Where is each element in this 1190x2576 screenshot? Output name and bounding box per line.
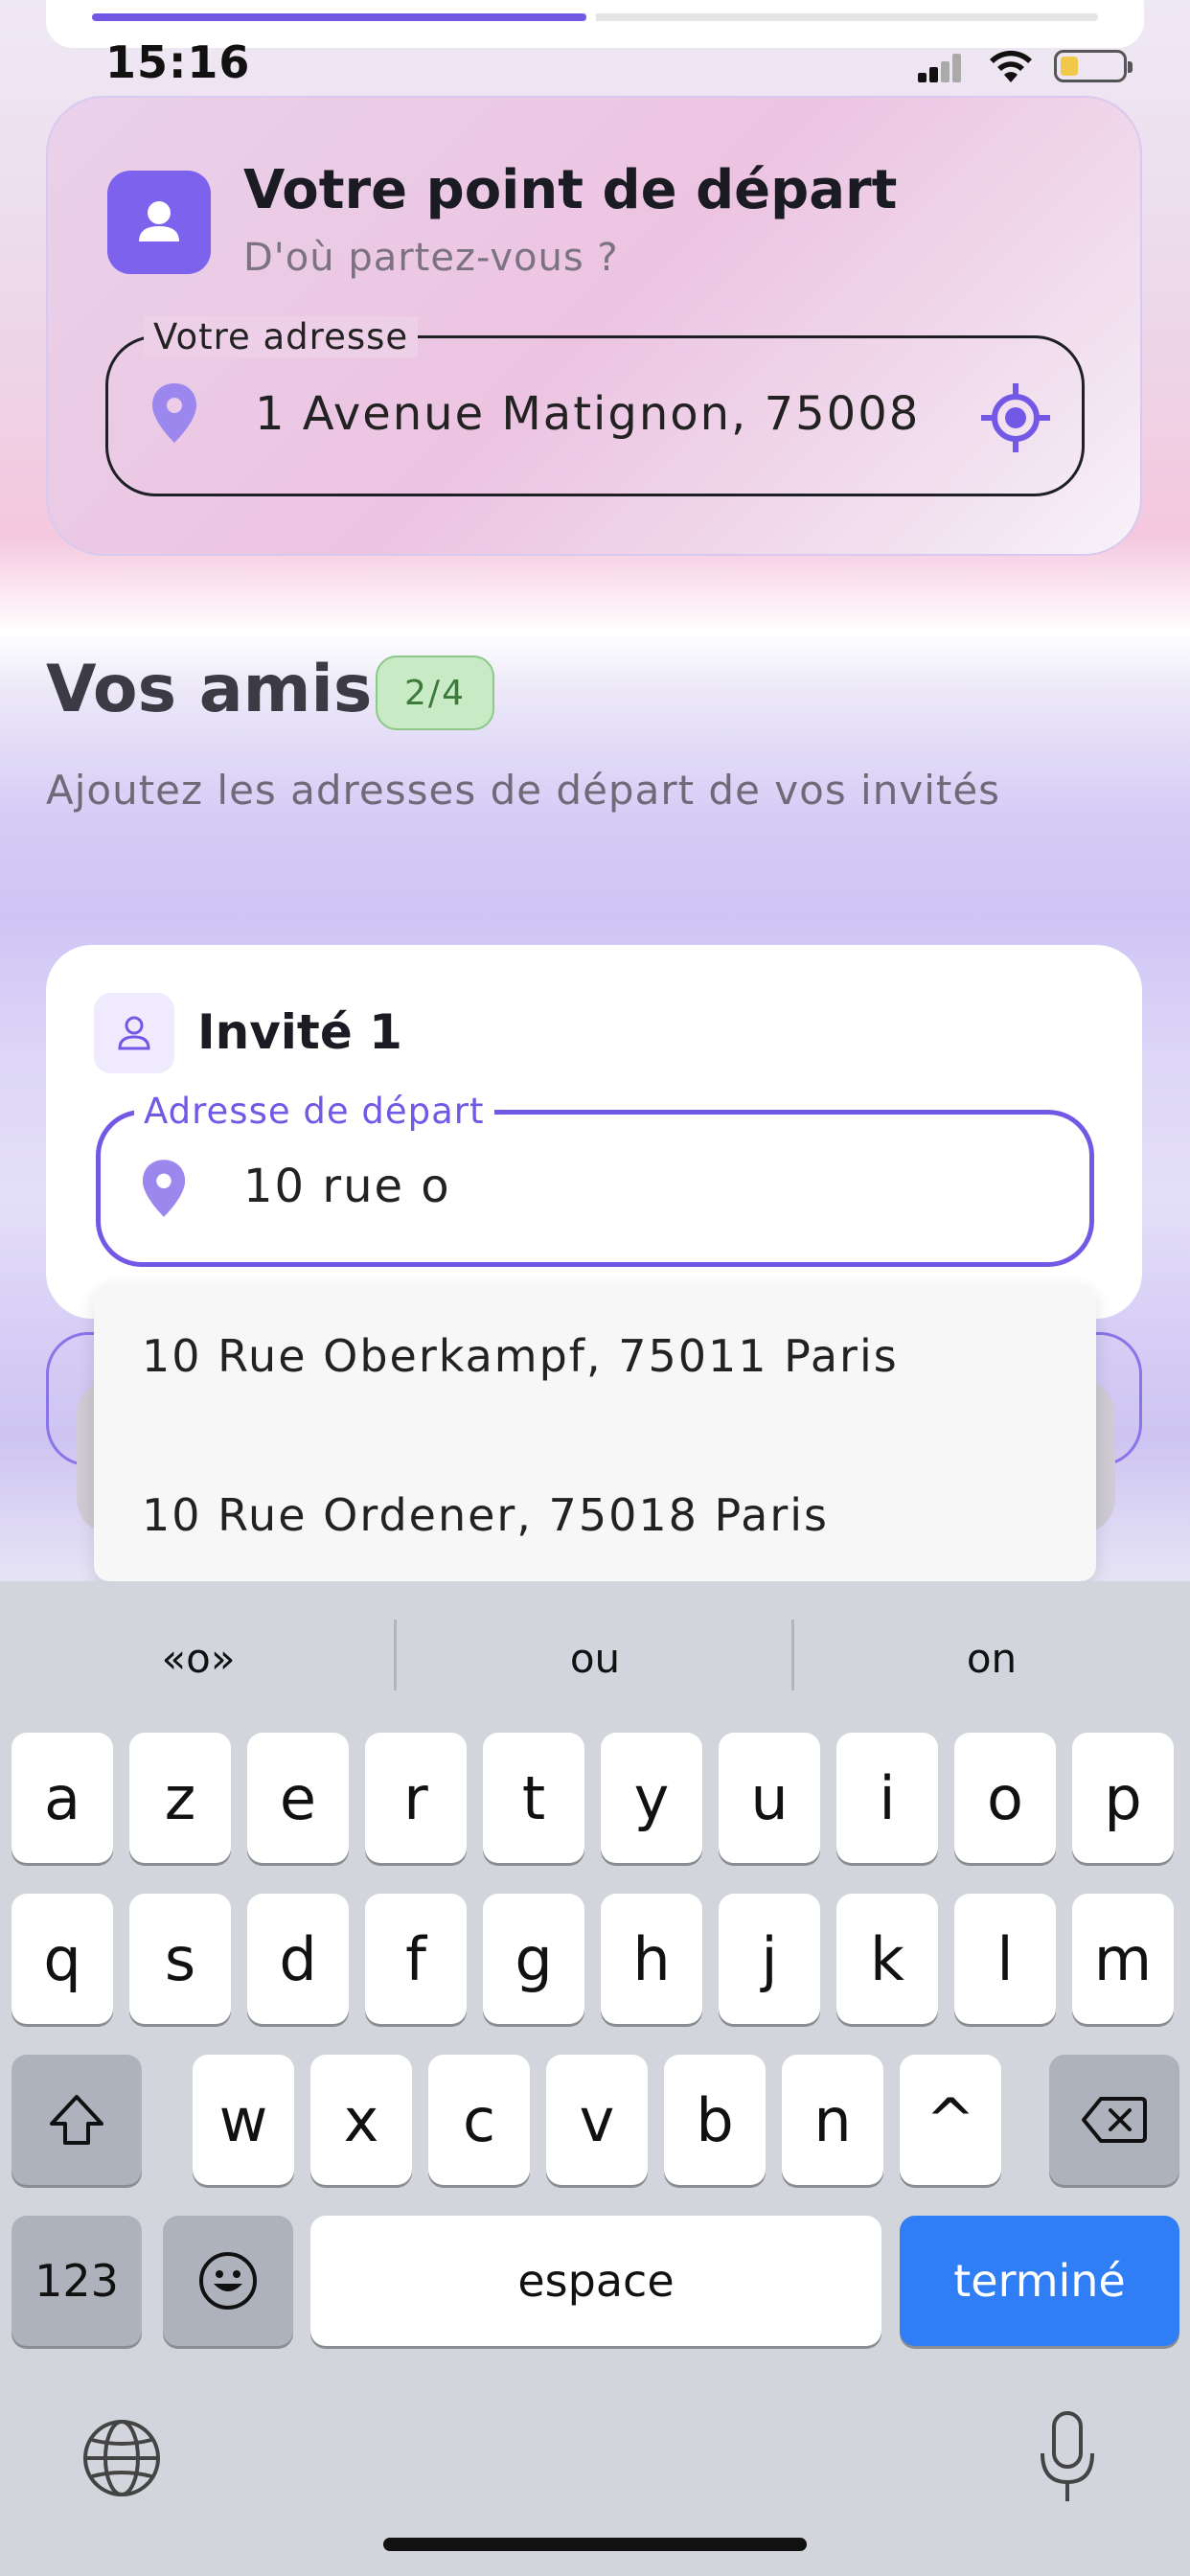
key-y[interactable]: y — [601, 1733, 702, 1863]
suggestion-item[interactable]: 10 Rue Ordener, 75018 Paris — [94, 1443, 1096, 1581]
key-a[interactable]: a — [11, 1733, 113, 1863]
prediction-3[interactable]: on — [793, 1591, 1190, 1725]
key-d[interactable]: d — [247, 1894, 349, 2024]
prediction-2[interactable]: ou — [397, 1591, 793, 1725]
globe-icon[interactable] — [80, 2417, 163, 2499]
key-r[interactable]: r — [365, 1733, 467, 1863]
key-p[interactable]: p — [1072, 1733, 1174, 1863]
guest-address-input[interactable]: 10 rue o — [243, 1160, 451, 1213]
key-z[interactable]: z — [129, 1733, 231, 1863]
emoji-icon — [199, 2252, 257, 2310]
friends-title: Vos amis — [46, 652, 373, 727]
address-suggestions: 10 Rue Oberkampf, 75011 Paris 10 Rue Ord… — [94, 1284, 1096, 1581]
key-v[interactable]: v — [546, 2055, 648, 2185]
departure-subtitle: D'où partez-vous ? — [243, 236, 619, 280]
prediction-1[interactable]: «o» — [0, 1591, 397, 1725]
location-pin-icon — [142, 1160, 186, 1217]
status-time: 15:16 — [105, 36, 251, 88]
key-t[interactable]: t — [483, 1733, 584, 1863]
location-pin-icon — [152, 383, 196, 443]
guest-label: Invité 1 — [197, 1004, 402, 1060]
key-u[interactable]: u — [719, 1733, 820, 1863]
friends-subtitle: Ajoutez les adresses de départ de vos in… — [46, 767, 1001, 814]
key-h[interactable]: h — [601, 1894, 702, 2024]
battery-icon — [1054, 50, 1133, 82]
departure-title: Votre point de départ — [243, 159, 898, 221]
shift-key[interactable] — [11, 2055, 142, 2185]
friends-count-badge: 2/4 — [376, 656, 494, 730]
person-icon — [107, 171, 211, 274]
key-e[interactable]: e — [247, 1733, 349, 1863]
backspace-icon — [1082, 2097, 1147, 2143]
key-l[interactable]: l — [954, 1894, 1056, 2024]
delete-key[interactable] — [1049, 2055, 1179, 2185]
key-k[interactable]: k — [836, 1894, 938, 2024]
progress-fill — [92, 13, 586, 21]
progress-segment-gap — [586, 10, 596, 25]
key-f[interactable]: f — [365, 1894, 467, 2024]
cellular-signal-icon — [918, 54, 962, 82]
key-g[interactable]: g — [483, 1894, 584, 2024]
key-b[interactable]: b — [664, 2055, 766, 2185]
home-indicator — [383, 2538, 807, 2551]
key-i[interactable]: i — [836, 1733, 938, 1863]
suggestion-item[interactable]: 10 Rue Oberkampf, 75011 Paris — [94, 1284, 1096, 1428]
guest-address-label: Adresse de départ — [134, 1091, 494, 1132]
key-m[interactable]: m — [1072, 1894, 1174, 2024]
numbers-key[interactable]: 123 — [11, 2216, 142, 2346]
key-x[interactable]: x — [310, 2055, 412, 2185]
departure-address-input[interactable]: 1 Avenue Matignon, 75008 Paris — [255, 387, 937, 441]
key-s[interactable]: s — [129, 1894, 231, 2024]
wifi-icon — [990, 50, 1032, 82]
gps-target-icon[interactable] — [979, 381, 1052, 454]
microphone-icon[interactable] — [1033, 2409, 1102, 2505]
key-j[interactable]: j — [719, 1894, 820, 2024]
key-circumflex[interactable]: ^ — [900, 2055, 1001, 2185]
guest-person-icon — [94, 993, 174, 1073]
key-c[interactable]: c — [428, 2055, 530, 2185]
key-n[interactable]: n — [782, 2055, 883, 2185]
space-key[interactable]: espace — [310, 2216, 881, 2346]
key-w[interactable]: w — [193, 2055, 294, 2185]
done-key[interactable]: terminé — [900, 2216, 1179, 2346]
key-o[interactable]: o — [954, 1733, 1056, 1863]
shift-icon — [50, 2095, 103, 2145]
key-q[interactable]: q — [11, 1894, 113, 2024]
departure-address-label: Votre adresse — [144, 316, 419, 357]
emoji-key[interactable] — [163, 2216, 293, 2346]
